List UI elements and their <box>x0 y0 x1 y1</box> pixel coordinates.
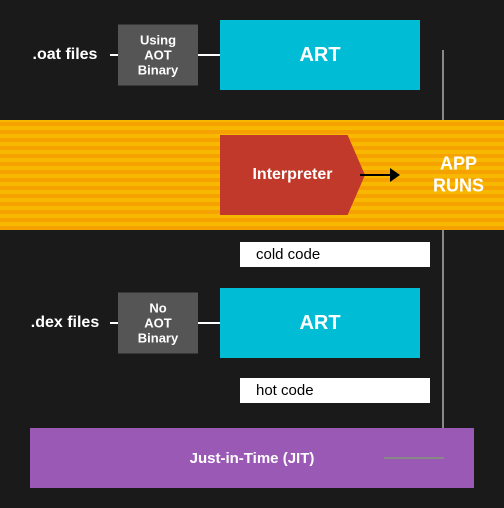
cold-code-label: cold code <box>240 242 430 267</box>
arrow-line <box>360 174 390 176</box>
jit-box: Just-in-Time (JIT) <box>30 428 474 488</box>
interpreter-box: Interpreter <box>220 135 365 215</box>
oat-files-label: .oat files <box>10 46 120 64</box>
diagram: .oat files UsingAOTBinary ART Interprete… <box>0 0 504 508</box>
no-aot-box: NoAOTBinary <box>118 293 198 354</box>
app-runs-text: APPRUNS <box>433 153 484 195</box>
oat-section: .oat files UsingAOTBinary ART <box>0 10 504 100</box>
art-box-bottom: ART <box>220 288 420 358</box>
art-bot-label: ART <box>299 312 340 335</box>
arrow-interpreter-to-runs <box>360 168 407 182</box>
no-aot-label: NoAOTBinary <box>138 301 178 346</box>
vertical-connector-line <box>442 50 444 440</box>
interpreter-section: Interpreter APPRUNS <box>0 120 504 230</box>
art-top-label: ART <box>299 44 340 67</box>
jit-label: Just-in-Time (JIT) <box>190 450 315 467</box>
aot-binary-label: UsingAOTBinary <box>138 33 178 78</box>
dex-section: .dex files NoAOTBinary ART <box>0 278 504 368</box>
art-box-top: ART <box>220 20 420 90</box>
jit-right-line <box>384 457 444 459</box>
jit-section: Just-in-Time (JIT) <box>30 418 474 488</box>
interpreter-label: Interpreter <box>252 166 332 184</box>
hot-code-label: hot code <box>240 378 430 403</box>
dex-files-label: .dex files <box>10 314 120 332</box>
arrow-head <box>390 168 407 182</box>
aot-binary-box: UsingAOTBinary <box>118 25 198 86</box>
app-runs-label: APPRUNS <box>433 153 484 196</box>
